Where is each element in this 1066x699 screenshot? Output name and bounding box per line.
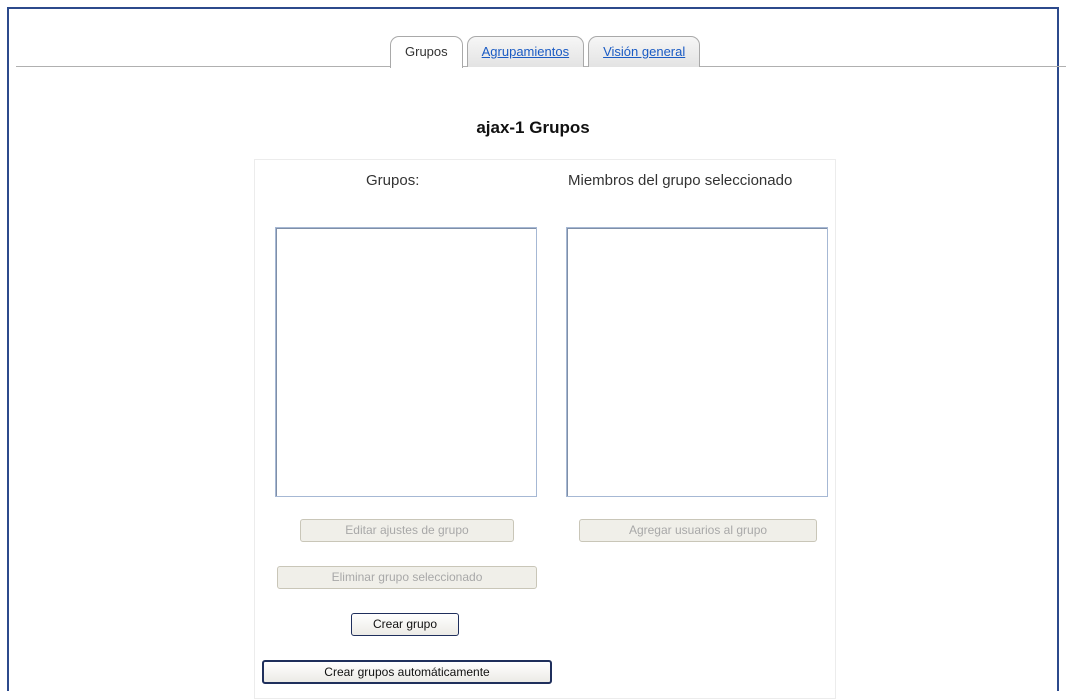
create-group-button[interactable]: Crear grupo bbox=[351, 613, 459, 636]
delete-selected-group-button[interactable]: Eliminar grupo seleccionado bbox=[277, 566, 537, 589]
groups-listbox[interactable] bbox=[275, 227, 537, 497]
edit-group-settings-button[interactable]: Editar ajustes de grupo bbox=[300, 519, 514, 542]
page-title: ajax-1 Grupos bbox=[476, 118, 590, 137]
members-column-label: Miembros del grupo seleccionado bbox=[568, 172, 793, 189]
tab-vision-general[interactable]: Visión general bbox=[588, 36, 701, 67]
members-listbox[interactable] bbox=[566, 227, 828, 497]
auto-create-groups-button[interactable]: Crear grupos automáticamente bbox=[262, 660, 552, 684]
tab-agrupamientos[interactable]: Agrupamientos bbox=[466, 36, 585, 67]
tab-bar: Grupos Agrupamientos Visión general bbox=[390, 36, 701, 68]
tab-grupos[interactable]: Grupos bbox=[390, 36, 463, 68]
add-users-to-group-button[interactable]: Agregar usuarios al grupo bbox=[579, 519, 817, 542]
groups-column-label: Grupos: bbox=[366, 172, 420, 189]
